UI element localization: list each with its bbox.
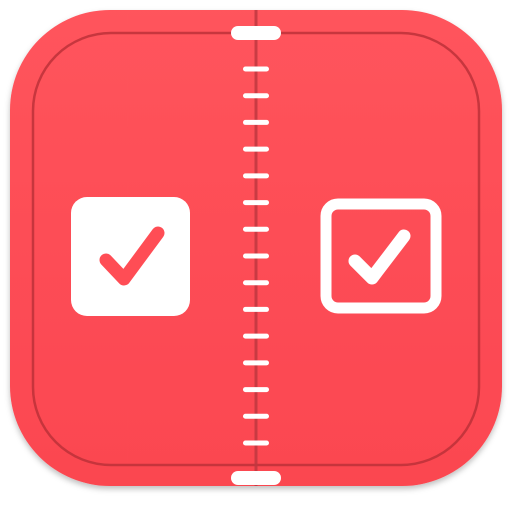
bottom-handle [231, 471, 281, 485]
ruler-tick [243, 226, 269, 232]
ruler-tick [243, 440, 269, 446]
ruler-ticks [243, 66, 269, 446]
ruler-tick [243, 253, 269, 259]
ruler-tick [243, 146, 269, 152]
ruler-tick [243, 93, 269, 99]
ruler-tick [243, 306, 269, 312]
ruler-tick [243, 173, 269, 179]
ruler-tick [243, 360, 269, 366]
filled-checkbox-icon [71, 197, 190, 316]
ruler-tick [243, 200, 269, 206]
ruler-tick [243, 333, 269, 339]
ruler-tick [243, 413, 269, 419]
ruler-tick [243, 119, 269, 125]
ruler-tick [243, 66, 269, 72]
ruler-tick [243, 387, 269, 393]
app-icon [10, 10, 502, 486]
ruler-tick [243, 280, 269, 286]
top-handle [231, 26, 281, 40]
